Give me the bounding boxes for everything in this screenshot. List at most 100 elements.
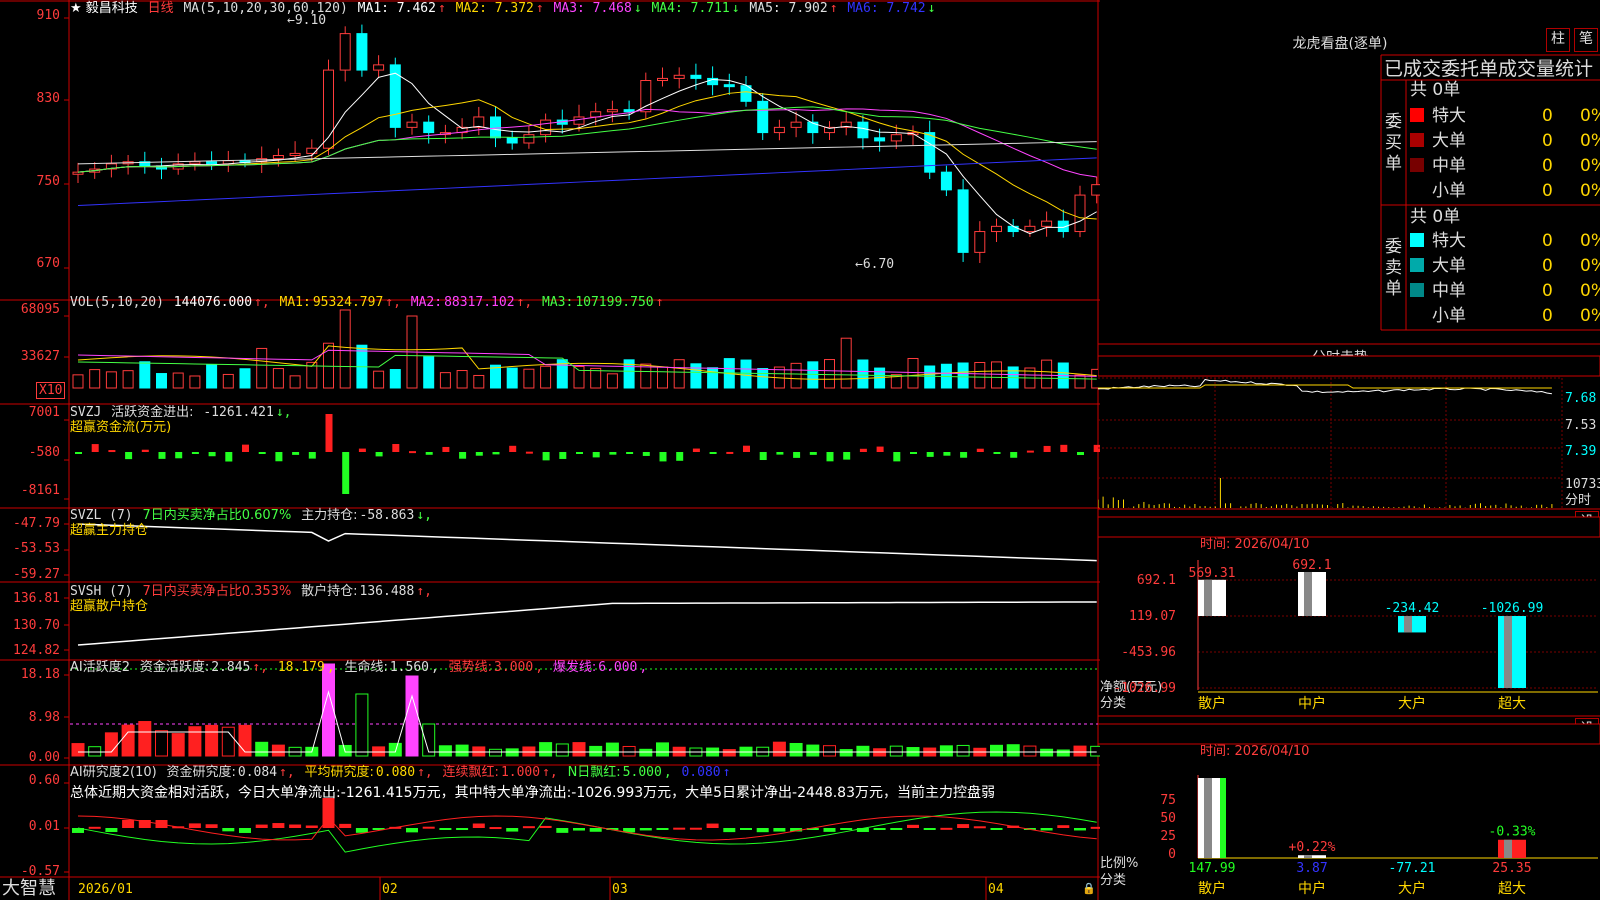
svzj-bar	[1093, 444, 1100, 452]
ai-active-bar	[639, 748, 653, 757]
stock-name[interactable]: ★ 毅昌科技	[70, 1, 138, 16]
ai-active-bar	[455, 744, 469, 757]
ai-active-bar	[622, 745, 636, 757]
svzj-bar	[1026, 450, 1034, 453]
ai-active-bar	[255, 741, 269, 757]
row-count: 0	[1542, 306, 1553, 326]
svzl-axis-3: -59.27	[13, 567, 60, 582]
monitor-settings-button[interactable]: 设	[1575, 511, 1599, 535]
volume-bar	[506, 367, 518, 389]
volume-bar	[490, 364, 501, 389]
vol-axis-2: 33627	[20, 349, 60, 364]
period-label[interactable]: 日线	[148, 1, 174, 16]
svzj-bar	[876, 446, 884, 452]
row-name: 小单	[1432, 181, 1466, 201]
ai-research-bar	[873, 828, 886, 830]
svzj-bar	[258, 452, 266, 454]
tick-mode-button[interactable]: 笔	[1574, 28, 1598, 52]
row-count: 0	[1542, 156, 1553, 176]
row-pct: 0%	[1580, 181, 1600, 201]
vol-axis-1: 68095	[20, 302, 60, 317]
volume-bar	[673, 359, 685, 389]
ai-research-bar	[990, 828, 1003, 830]
monitor-bar-label-2: -234.42	[1385, 601, 1440, 616]
candle-body	[657, 77, 668, 81]
ma-arrow-6: ↓	[927, 1, 936, 16]
vol-ma2: 88317.102	[444, 295, 515, 310]
ma-arrow-3: ↓	[633, 1, 650, 16]
candle-body	[289, 152, 301, 157]
monitor-cat-3: 超大	[1498, 696, 1526, 712]
ai-active-v4: 3.000	[494, 660, 534, 675]
volume-bar	[807, 361, 819, 389]
ai-research-l2: 平均研究度:	[304, 765, 374, 780]
ai-research-v1: 0.084	[237, 765, 278, 780]
candle-body	[206, 161, 218, 165]
ai-research-axis-2: 0.01	[28, 819, 60, 834]
ai-active-bar	[388, 742, 402, 757]
sell-row-3: 小单 0 0%	[1410, 304, 1600, 328]
svzj-bar	[392, 444, 400, 452]
volume-bar	[1074, 374, 1086, 389]
volume-bar	[907, 357, 919, 389]
row-pct: 0%	[1580, 231, 1600, 251]
class-xlabel: 分类	[1100, 873, 1127, 888]
ai-research-bar	[289, 824, 302, 828]
ai-research-bar	[355, 828, 368, 833]
ai-research-bar	[222, 828, 235, 832]
lock-icon[interactable]: 🔒	[1082, 881, 1096, 896]
svzl-main-label: 主力持仓:	[301, 508, 358, 523]
ai-research-bar	[957, 824, 970, 828]
volume-bar	[857, 359, 869, 389]
color-swatch	[1410, 233, 1424, 247]
volume-bar	[456, 370, 468, 389]
svzj-bar	[442, 446, 450, 452]
class-value-1: 3.87	[1296, 861, 1327, 876]
bar-mode-button[interactable]: 柱	[1546, 28, 1570, 52]
svzj-bar	[793, 452, 801, 458]
row-pct: 0%	[1580, 131, 1600, 151]
svzj-desc: 活跃资金进出:	[111, 405, 194, 420]
ma-arrow-1: ↑	[437, 1, 454, 16]
candle-body	[690, 74, 702, 79]
candle-body	[356, 33, 368, 71]
candle-body	[1074, 194, 1086, 233]
vol-ma1: 95324.797	[312, 295, 384, 310]
svzj-bar	[342, 452, 350, 494]
row-count: 0	[1542, 256, 1553, 276]
ai-research-bar	[1040, 828, 1053, 831]
svzj-bar	[993, 452, 1001, 454]
svzj-bar	[659, 452, 667, 462]
class-cat-2: 大户	[1398, 880, 1426, 897]
svzj-bar	[375, 452, 383, 457]
monitor-time: 时间: 2026/04/10	[1200, 537, 1310, 552]
ai-research-bar	[940, 827, 953, 830]
ai-research-bar	[890, 828, 903, 830]
ai-research-bar	[973, 826, 986, 829]
row-count: 0	[1542, 106, 1553, 126]
volume-unit-badge[interactable]: X10	[36, 382, 66, 399]
sell-total: 共 0单	[1410, 207, 1461, 227]
svzj-bar	[960, 452, 968, 458]
ai-research-l1: 资金研究度:	[166, 765, 236, 780]
intraday-axis-1: 7.68	[1565, 391, 1597, 406]
svsh-retail-value: 136.488	[359, 584, 415, 599]
ai-active-bar	[572, 742, 586, 757]
candle-body	[623, 109, 635, 113]
svzj-bar	[225, 452, 233, 462]
vol-ma2-label: MA2:	[410, 295, 443, 310]
svzj-bar	[242, 444, 249, 452]
brand-logo[interactable]: 大智慧	[2, 878, 56, 900]
svzj-bar	[1077, 452, 1084, 456]
price-axis-750: 750	[36, 174, 60, 189]
volume-bar	[122, 370, 134, 389]
candle-body	[940, 171, 952, 191]
ai-active-bar	[806, 744, 820, 757]
ai-active-l1: 资金活跃度:	[139, 660, 210, 675]
class-settings-button[interactable]: 设	[1575, 718, 1599, 742]
volume-bar	[439, 372, 451, 389]
date-label-0: 2026/01	[78, 882, 133, 897]
color-swatch	[1410, 283, 1424, 297]
color-swatch	[1410, 133, 1424, 147]
monitor-cat-1: 中户	[1298, 695, 1326, 712]
